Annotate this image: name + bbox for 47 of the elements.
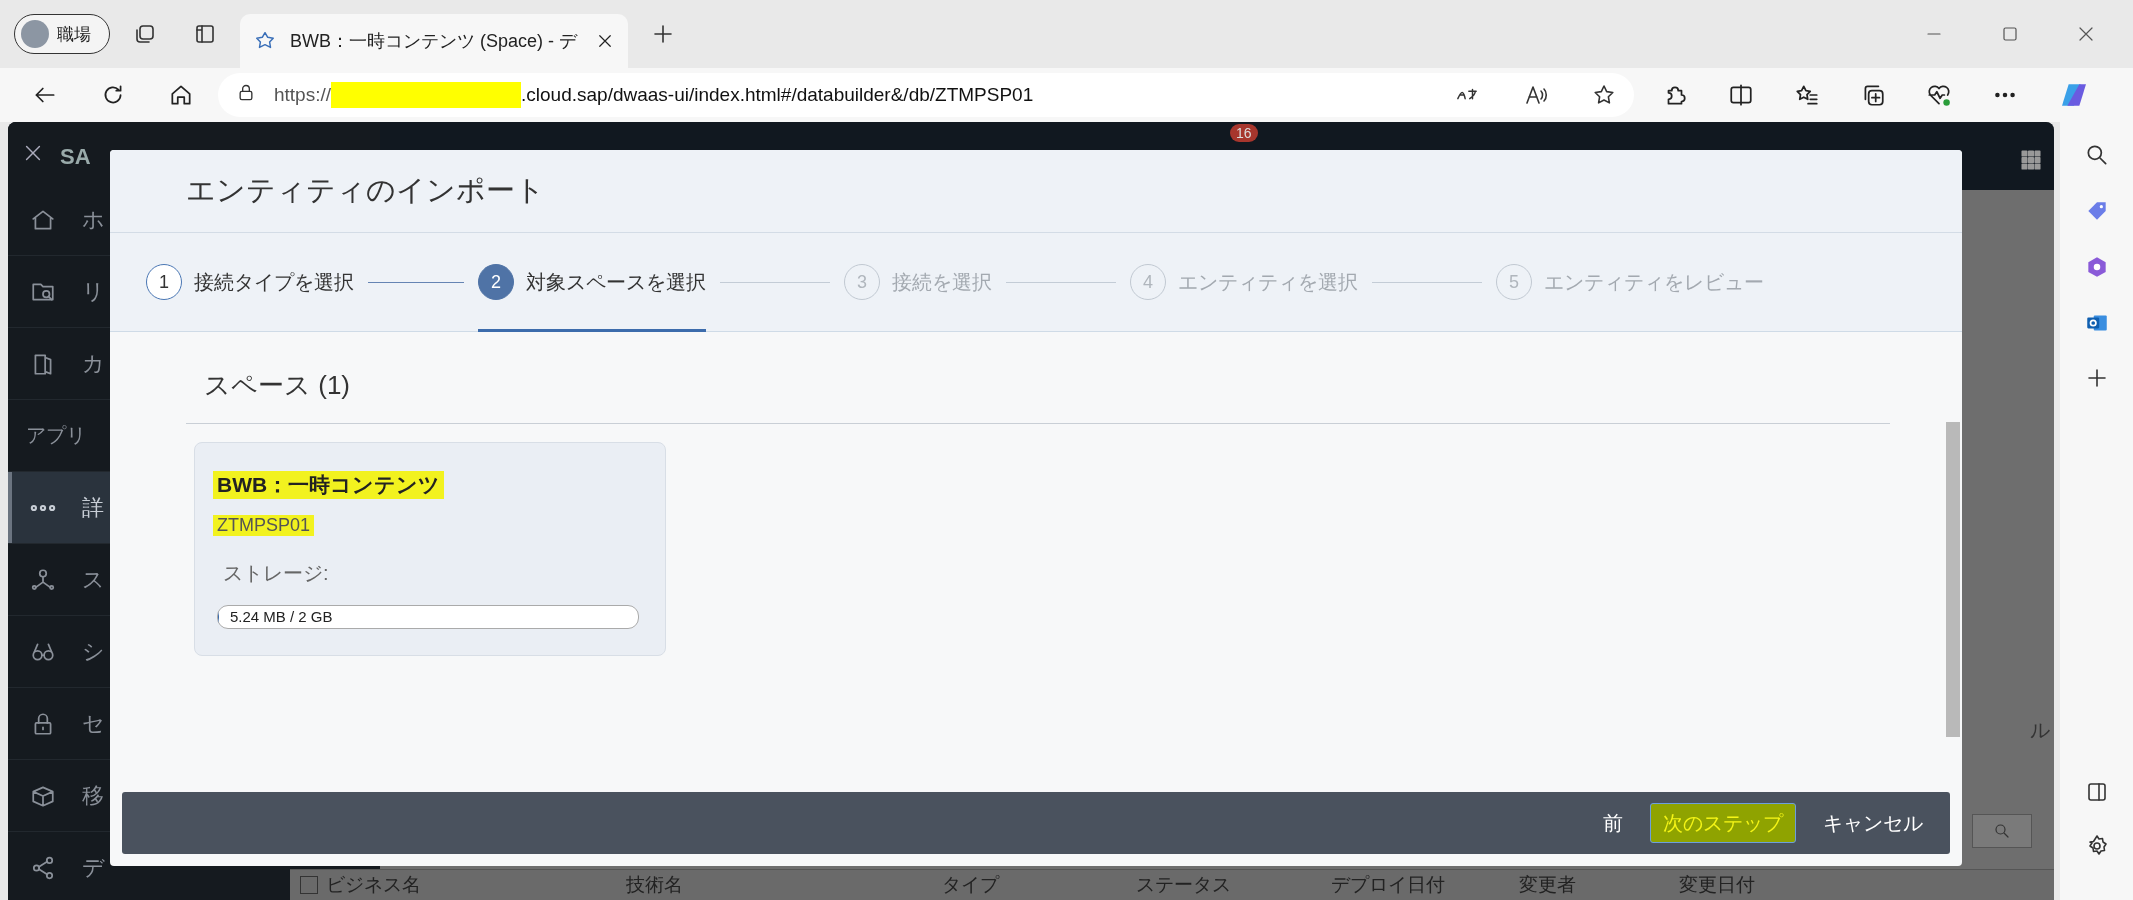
tabs-icon[interactable] — [133, 22, 157, 46]
dialog-title: エンティティのインポート — [186, 173, 545, 208]
column-header: 変更者 — [1519, 873, 1577, 897]
column-header: タイプ — [942, 873, 1001, 897]
maximize-icon[interactable] — [2001, 25, 2019, 43]
sidebar-tabs-icon[interactable] — [193, 22, 217, 46]
app-title: SA — [60, 144, 91, 170]
column-header: ステータス — [1136, 873, 1232, 897]
space-id: ZTMPSP01 — [213, 515, 315, 536]
notification-badge: 16 — [1230, 124, 1258, 142]
dots-icon — [30, 503, 56, 512]
background-text: ル — [2030, 718, 2050, 743]
profile-button[interactable]: 職場 — [14, 14, 110, 54]
hierarchy-icon — [30, 566, 56, 593]
url-scheme: https:// — [274, 84, 332, 106]
footer-button[interactable]: キャンセル — [1810, 803, 1936, 843]
grid-icon[interactable] — [2018, 147, 2044, 173]
space-card[interactable]: BWB：一時コンテンツ ZTMPSP01 ストレージ: 5.24 MB / 2 GB — [194, 442, 666, 656]
share-icon — [30, 854, 56, 881]
space-name: BWB：一時コンテンツ — [213, 471, 445, 499]
wizard-step[interactable]: 2 対象スペースを選択 — [478, 233, 706, 331]
checkbox[interactable] — [300, 876, 318, 894]
star-icon[interactable] — [1592, 83, 1616, 107]
storage-value: 5.24 MB / 2 GB — [230, 608, 333, 625]
wizard-step[interactable]: 1 接続タイプを選択 — [146, 233, 354, 331]
search-field[interactable] — [1972, 814, 2032, 848]
favorites-icon[interactable] — [1794, 82, 1820, 108]
footer-button[interactable]: 前 — [1590, 803, 1636, 843]
browser-tab[interactable]: BWB：一時コンテンツ (Space) - デ — [240, 14, 628, 68]
column-header: 技術名 — [626, 873, 684, 897]
storage-label: ストレージ: — [223, 561, 330, 586]
search-icon — [1993, 822, 2011, 840]
read-aloud-icon[interactable] — [1524, 83, 1548, 107]
url-text: .cloud.sap/dwaas-ui/index.html#/databuilder&/db/ZTMPSP01 — [521, 84, 1034, 106]
address-bar[interactable]: https:// .cloud.sap/dwaas-ui/index.html#/databuilder&/db/ZTMPSP01 — [218, 73, 1634, 117]
scrollbar[interactable] — [1946, 422, 1960, 737]
close-icon[interactable] — [596, 32, 614, 50]
close-icon[interactable] — [2077, 25, 2095, 43]
avatar-icon — [21, 20, 49, 48]
section-title: スペース (1) — [204, 370, 350, 400]
column-header: ビジネス名 — [326, 873, 422, 897]
section-label: アプリ — [26, 423, 86, 448]
plus-icon[interactable] — [651, 22, 675, 46]
column-header: デプロイ日付 — [1331, 873, 1446, 897]
split-screen-icon[interactable] — [1728, 82, 1754, 108]
column-header: 変更日付 — [1679, 873, 1756, 897]
health-icon[interactable] — [1926, 82, 1952, 108]
